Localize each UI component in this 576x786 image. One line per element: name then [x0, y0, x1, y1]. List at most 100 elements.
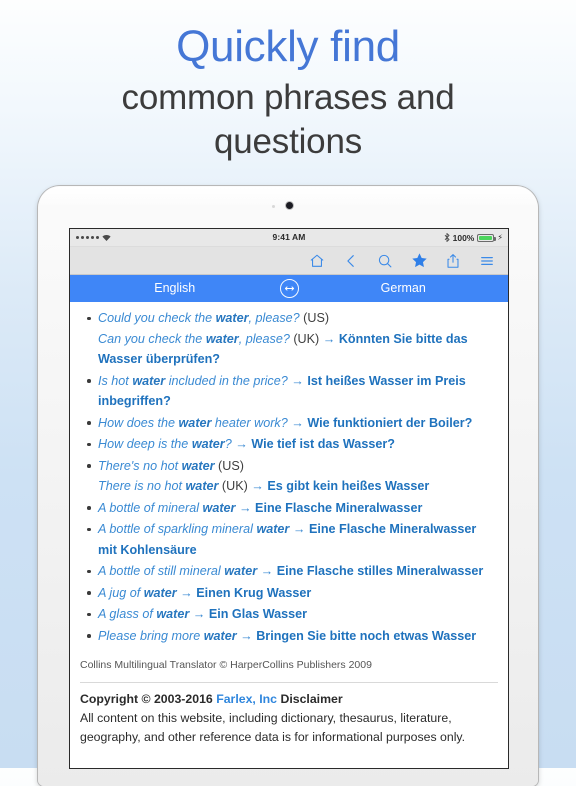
translation-arrow: → — [257, 564, 277, 578]
region-label: (UK) — [293, 331, 320, 346]
phrase-list-item[interactable]: A bottle of mineral water → Eine Flasche… — [87, 498, 498, 519]
disclaimer-body: All content on this website, including d… — [80, 711, 466, 744]
phrase-list-item[interactable]: A bottle of sparkling mineral water → Ei… — [87, 519, 498, 560]
phrase-list-item[interactable]: Could you check the water, please? (US) C… — [87, 308, 498, 370]
phrase-source: There's no hot water — [98, 458, 215, 473]
phrase-keyword: water — [156, 607, 190, 621]
phrase-source: How does the water heater work? — [98, 415, 288, 430]
phrase-list: Could you check the water, please? (US) C… — [78, 308, 500, 646]
phrase-translation: Bringen Sie bitte noch etwas Wasser — [256, 628, 477, 643]
translation-arrow: → — [287, 415, 308, 430]
phrase-keyword: water — [185, 479, 219, 493]
battery-icon — [477, 233, 497, 242]
phrase-translation: Eine Flasche stilles Mineralwasser — [276, 564, 484, 578]
footer-block: Copyright © 2003-2016 Farlex, Inc Discla… — [78, 690, 500, 747]
phrase-line: Can you check the water, please? (UK) → … — [98, 329, 498, 370]
footer-divider — [80, 682, 498, 683]
phrase-line: There is no hot water (UK) → Es gibt kei… — [98, 476, 498, 497]
phrase-line: A glass of water → Ein Glas Wasser — [98, 607, 307, 621]
hamburger-menu-icon[interactable] — [478, 252, 496, 270]
translation-arrow: → — [176, 585, 197, 600]
phrase-line: A bottle of sparkling mineral water → Ei… — [98, 522, 476, 557]
phrase-list-item[interactable]: Is hot water included in the price? → Is… — [87, 371, 498, 412]
phrase-list-item[interactable]: A glass of water → Ein Glas Wasser — [87, 604, 498, 625]
phrase-list-item[interactable]: A bottle of still mineral water → Eine F… — [87, 561, 498, 582]
translation-arrow: → — [247, 479, 268, 493]
attribution-text: Collins Multilingual Translator © Harper… — [80, 659, 372, 671]
region-label: (US) — [218, 458, 244, 473]
lightning-bolt-icon: ⚡ — [497, 232, 503, 242]
phrase-keyword: water — [191, 437, 225, 451]
status-bar-right: 100% ⚡ — [444, 229, 503, 246]
phrase-keyword: water — [178, 415, 212, 430]
phrase-translation: Wie tief ist das Wasser? — [251, 437, 395, 451]
phrase-list-item[interactable]: How does the water heater work? → Wie fu… — [87, 413, 498, 434]
phrase-keyword: water — [181, 458, 215, 473]
translation-arrow: → — [289, 522, 309, 536]
farlex-link[interactable]: Farlex, Inc — [216, 692, 277, 706]
promo-headline: Quickly find common phrases and question… — [0, 0, 576, 164]
translation-arrow: → — [189, 607, 209, 621]
device-screen: 9:41 AM 100% ⚡ English German Could you … — [70, 229, 508, 768]
phrase-keyword: water — [143, 585, 177, 600]
phrase-source: A jug of water — [98, 585, 177, 600]
phrase-translation: Wie funktioniert der Boiler? — [307, 415, 473, 430]
region-label: (UK) — [221, 479, 248, 493]
headline-line-1: Quickly find — [176, 22, 400, 71]
home-icon[interactable] — [308, 252, 326, 270]
phrase-keyword: water — [205, 331, 239, 346]
status-bar-clock: 9:41 AM — [272, 232, 306, 242]
phrase-list-item[interactable]: There's no hot water (US) There is no hot… — [87, 456, 498, 497]
phrase-keyword: water — [215, 311, 249, 325]
phrase-source: How deep is the water? — [98, 437, 232, 451]
phrase-line: Is hot water included in the price? → Is… — [98, 374, 466, 409]
headline-line-3: questions — [213, 122, 363, 161]
phrase-line: A jug of water → Einen Krug Wasser — [98, 586, 311, 600]
copyright-prefix: Copyright © 2003-2016 — [80, 692, 217, 706]
bluetooth-icon — [444, 232, 450, 243]
phrase-line: A bottle of mineral water → Eine Flasche… — [98, 501, 422, 515]
phrase-source: A bottle of mineral water — [98, 500, 236, 515]
phrase-source: A glass of water — [98, 607, 190, 621]
headline-line-2: common phrases and — [121, 78, 455, 117]
phrase-list-item[interactable]: Please bring more water → Bringen Sie bi… — [87, 626, 498, 647]
app-toolbar — [70, 247, 508, 275]
phrase-keyword: water — [203, 628, 237, 643]
phrase-keyword: water — [202, 500, 236, 515]
translation-arrow: → — [236, 628, 257, 643]
phrase-list-item[interactable]: A jug of water → Einen Krug Wasser — [87, 583, 498, 604]
search-icon[interactable] — [376, 252, 394, 270]
source-language-button[interactable]: English — [70, 275, 280, 302]
disclaimer-label[interactable]: Disclaimer — [277, 692, 342, 706]
phrase-source: Could you check the water, please? — [98, 311, 304, 325]
phrase-keyword: water — [132, 373, 166, 388]
translation-arrow: → — [287, 373, 308, 388]
phrase-line: A bottle of still mineral water → Eine F… — [98, 564, 483, 578]
back-chevron-icon[interactable] — [342, 252, 360, 270]
target-language-button[interactable]: German — [299, 275, 509, 302]
phrase-line: How deep is the water? → Wie tief ist da… — [98, 437, 395, 451]
phrase-source: Please bring more water — [98, 628, 237, 643]
phrase-keyword: water — [256, 522, 290, 536]
translation-arrow: → — [319, 331, 339, 346]
phrase-list-item[interactable]: How deep is the water? → Wie tief ist da… — [87, 434, 498, 455]
region-label: (US) — [303, 311, 330, 325]
battery-percent-label: 100% — [452, 232, 475, 243]
copyright-line: Copyright © 2003-2016 Farlex, Inc Discla… — [80, 690, 498, 709]
phrase-translation: Eine Flasche Mineralwasser — [255, 500, 423, 515]
phrase-source: Is hot water included in the price? — [98, 373, 288, 388]
phrase-keyword: water — [224, 564, 258, 578]
swap-arrows-icon[interactable] — [279, 279, 299, 298]
star-filled-icon[interactable] — [410, 252, 428, 270]
translation-arrow: → — [231, 437, 252, 451]
phrase-line: Could you check the water, please? (US) — [98, 311, 329, 325]
status-bar: 9:41 AM 100% ⚡ — [70, 229, 508, 247]
phrase-line: How does the water heater work? → Wie fu… — [98, 416, 472, 430]
phrase-source: A bottle of still mineral water — [98, 564, 258, 578]
phrase-source: There is no hot water — [98, 479, 219, 493]
phrase-list-panel: Could you check the water, please? (US) C… — [70, 302, 508, 768]
phrase-translation: Ein Glas Wasser — [208, 607, 308, 621]
share-icon[interactable] — [444, 252, 462, 270]
language-selector-bar: English German — [70, 275, 508, 302]
front-camera — [286, 202, 293, 209]
